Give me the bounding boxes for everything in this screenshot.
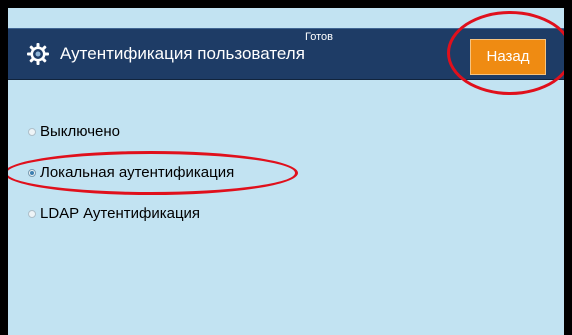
option-ldap-auth[interactable]: LDAP Аутентификация xyxy=(28,203,200,225)
option-local-auth[interactable]: Локальная аутентификация xyxy=(28,162,234,184)
screen: Аутентификация пользователя Готов Назад … xyxy=(8,8,564,335)
back-button[interactable]: Назад xyxy=(470,39,546,75)
status-text: Готов xyxy=(305,31,333,43)
radio-ldap-auth[interactable] xyxy=(28,210,36,218)
title-bar: Аутентификация пользователя Готов Назад xyxy=(8,28,564,80)
option-label: Выключено xyxy=(40,123,120,140)
radio-disabled[interactable] xyxy=(28,128,36,136)
option-disabled[interactable]: Выключено xyxy=(28,121,120,143)
option-label: Локальная аутентификация xyxy=(40,164,235,181)
radio-local-auth[interactable] xyxy=(28,169,36,177)
gear-icon xyxy=(26,42,50,66)
page-title: Аутентификация пользователя xyxy=(60,44,305,63)
option-label: LDAP Аутентификация xyxy=(40,205,201,222)
